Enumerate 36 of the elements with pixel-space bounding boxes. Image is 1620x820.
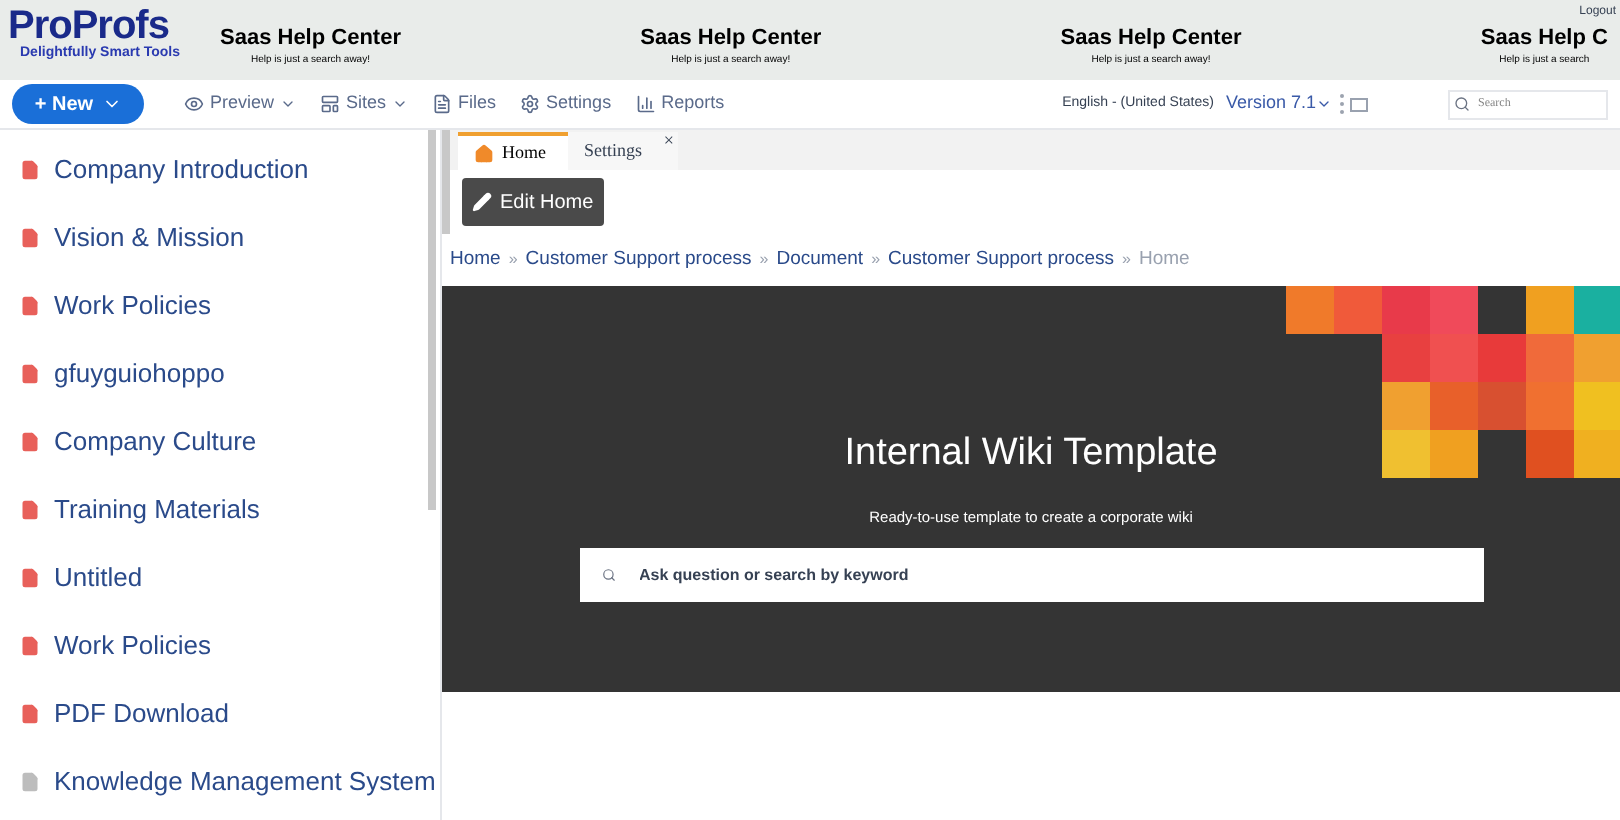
sidebar-item[interactable]: Untitled — [54, 557, 143, 597]
breadcrumb-link[interactable]: Document — [776, 245, 864, 275]
toolbar-button[interactable]: Settings — [520, 90, 612, 118]
toolbar-button[interactable]: Preview — [184, 90, 297, 118]
tab[interactable]: Home — [458, 132, 568, 170]
breadcrumb-link[interactable]: Home — [450, 245, 501, 275]
breadcrumb-link[interactable]: Customer Support process — [888, 245, 1115, 275]
sidebar-item[interactable]: Work Policies — [54, 625, 212, 665]
hero-title: Internal Wiki Template — [844, 430, 1218, 478]
breadcrumb-link[interactable]: Customer Support process — [525, 245, 752, 275]
toolbar-button[interactable]: Reports — [635, 90, 725, 118]
version-selector[interactable]: Version 7.1 — [1225, 90, 1332, 118]
sidebar-item[interactable]: Work Policies — [54, 285, 212, 325]
edit-button[interactable]: Edit Home — [462, 178, 604, 226]
breadcrumb-separator: » — [508, 248, 518, 272]
banner-title: Saas Help Center — [1060, 28, 1242, 50]
sidebar-item[interactable]: Training Materials — [54, 489, 260, 529]
toolbar-button[interactable]: Files — [432, 90, 497, 118]
breadcrumb-separator: » — [1122, 248, 1131, 272]
sidebar-item[interactable]: Knowledge Management System — [54, 761, 436, 801]
banner-title: Saas Help Center — [640, 28, 822, 50]
hero-search-field[interactable]: Ask question or search by keyword — [579, 547, 1483, 602]
toolbar-button[interactable]: Sites — [320, 90, 409, 118]
sidebar-item[interactable]: gfuyguiohoppo — [54, 353, 225, 393]
sidebar-item[interactable]: Vision & Mission — [54, 217, 245, 257]
breadcrumb-separator: » — [759, 248, 769, 272]
sidebar-item[interactable]: Company Culture — [54, 421, 257, 461]
sidebar-item[interactable]: Company Introduction — [54, 149, 309, 189]
close-icon[interactable]: × — [663, 132, 674, 150]
banner-title: Saas Help C — [1480, 28, 1608, 50]
logo[interactable]: ProProfs — [8, 6, 180, 46]
sidebar-item[interactable]: PDF Download — [54, 693, 229, 733]
breadcrumb-separator: » — [871, 248, 881, 272]
tab[interactable]: Settings × — [568, 132, 678, 170]
new-button[interactable]: + New — [12, 84, 144, 124]
banner-title: Saas Help Center — [220, 28, 401, 50]
